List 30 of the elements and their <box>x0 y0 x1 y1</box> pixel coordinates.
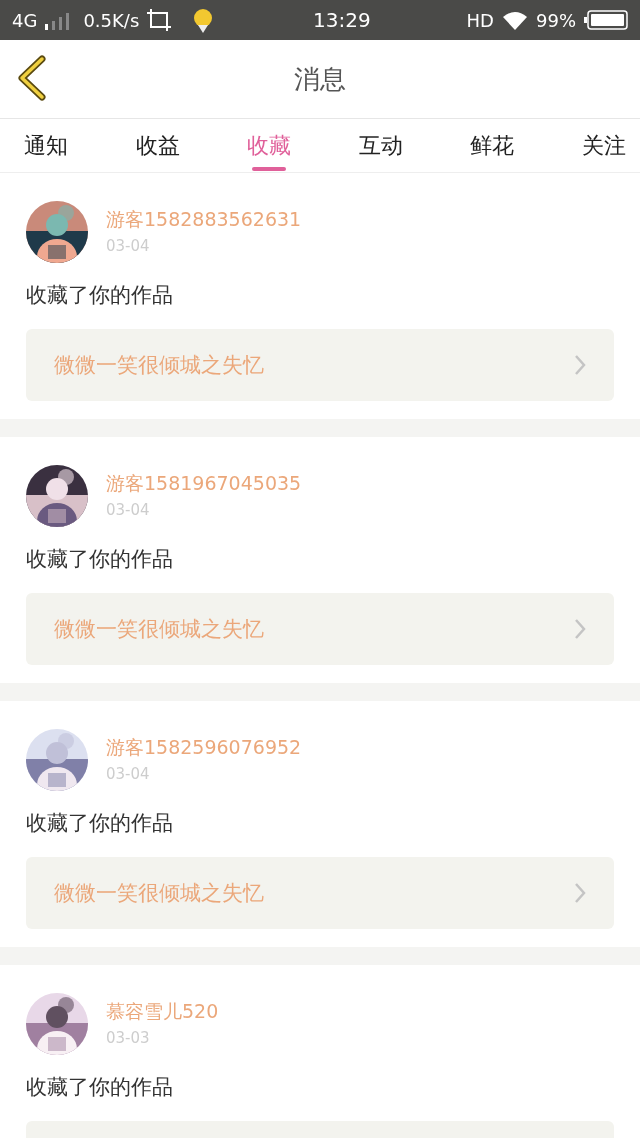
screenshot-icon <box>147 9 172 31</box>
user-name[interactable]: 游客1581967045035 <box>106 471 302 497</box>
work-card[interactable]: 微微一笑很倾城之失忆 <box>26 857 614 929</box>
tab[interactable]: 通知 <box>24 119 68 172</box>
battery-icon <box>584 10 628 30</box>
message-text: 收藏了你的作品 <box>26 810 174 837</box>
chevron-right-icon <box>574 618 586 640</box>
battery-percent: 99% <box>536 9 576 31</box>
network-speed: 0.5K/s <box>83 9 140 31</box>
message-text: 收藏了你的作品 <box>26 282 174 309</box>
hd-label: HD <box>466 9 494 31</box>
message-text: 收藏了你的作品 <box>26 546 174 573</box>
network-type: 4G <box>12 9 38 31</box>
user-name[interactable]: 慕容雪儿520 <box>106 999 219 1025</box>
tab[interactable]: 收益 <box>135 119 180 172</box>
tab[interactable]: 鲜花 <box>470 119 515 172</box>
user-name[interactable]: 游客1582596076952 <box>106 735 302 761</box>
tab[interactable]: 收藏 <box>247 119 292 172</box>
clock-time: 13:29 <box>313 8 371 32</box>
tab[interactable]: 互动 <box>358 119 403 172</box>
page-title: 消息 <box>294 63 346 94</box>
chevron-right-icon <box>574 354 586 376</box>
user-name[interactable]: 游客1582883562631 <box>106 207 302 233</box>
work-card[interactable]: 微微一笑很倾城之失忆 <box>26 329 614 401</box>
work-card[interactable]: 微微一笑很倾城之失忆 <box>26 593 614 665</box>
chevron-right-icon <box>574 882 586 904</box>
tab[interactable]: 关注 <box>581 119 626 172</box>
wifi-icon <box>502 10 528 30</box>
message-text: 收藏了你的作品 <box>26 1074 174 1101</box>
back-icon <box>16 55 46 101</box>
